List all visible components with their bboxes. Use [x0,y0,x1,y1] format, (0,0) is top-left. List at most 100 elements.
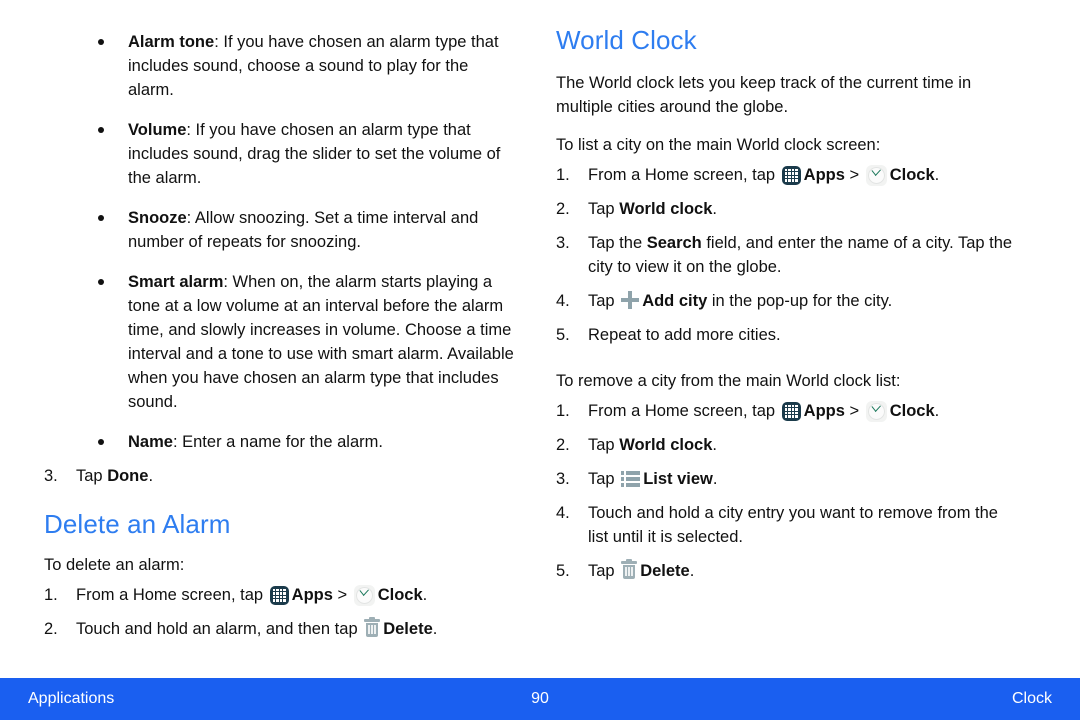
section-heading-world-clock: World Clock [556,25,697,55]
step-text: Tap the [588,233,647,252]
list-item: 3. Tap Done. [44,464,518,488]
list-item: Name: Enter a name for the alarm. [94,430,518,454]
section-heading-delete-an-alarm: Delete an Alarm [44,509,231,539]
delete-label: Delete [383,619,433,638]
step-bold-term: Add city [642,291,708,310]
step-text: From a Home screen, tap [588,165,780,184]
step-bold-term: Done [107,467,149,485]
list-item: Alarm tone: If you have chosen an alarm … [94,30,518,102]
alarm-step-3-list: 3. Tap Done. [44,464,518,488]
step-text-end: . [689,561,695,580]
step-number: 3. [556,469,570,488]
step-text: Tap [588,561,620,580]
apps-label: Apps [803,165,845,184]
step-text-end: . [422,585,428,604]
step-text: Touch and hold a city entry you want to … [588,503,998,546]
step-separator: > [844,165,864,184]
apps-icon [781,165,801,185]
list-city-steps: 1. From a Home screen, tap Apps > Clock. … [556,163,1020,347]
step-number: 5. [556,561,570,580]
bullet-term: Snooze [128,209,187,227]
step-text-end: . [712,435,717,454]
step-number: 3. [44,467,58,485]
clock-icon [353,584,375,606]
step-number: 1. [556,165,570,184]
apps-icon [269,585,289,605]
list-item: Smart alarm: When on, the alarm starts p… [94,270,518,414]
step-text-end: . [148,467,154,485]
clock-icon [865,164,887,186]
remove-city-lead: To remove a city from the main World clo… [556,371,901,390]
step-text-end: . [712,199,717,218]
step-text: Tap [588,291,620,310]
step-number: 2. [556,435,570,454]
list-item: 4. Touch and hold a city entry you want t… [556,501,1020,549]
step-bold-term: List view [643,469,713,488]
list-view-icon [621,470,641,487]
step-text-end: . [712,469,718,488]
remove-city-steps: 1. From a Home screen, tap Apps > Clock. … [556,399,1020,583]
page-columns: Alarm tone: If you have chosen an alarm … [0,0,1080,672]
bullet-term: Name [128,433,173,451]
step-text: Repeat to add more cities. [588,325,781,344]
alarm-options-bullet-list: Alarm tone: If you have chosen an alarm … [44,30,518,454]
list-item: Snooze: Allow snoozing. Set a time inter… [94,206,518,254]
world-clock-intro: The World clock lets you keep track of t… [556,73,972,116]
add-icon [621,290,640,309]
right-column: World Clock The World clock lets you kee… [540,0,1080,672]
left-column: Alarm tone: If you have chosen an alarm … [0,0,540,672]
step-text-end: . [934,165,940,184]
step-number: 3. [556,233,570,252]
step-text: Tap [588,469,620,488]
clock-label: Clock [889,401,935,420]
list-city-lead: To list a city on the main World clock s… [556,135,881,154]
bullet-text: : When on, the alarm starts playing a to… [128,273,514,411]
step-text: Touch and hold an alarm, and then tap [76,619,363,638]
apps-icon [781,401,801,421]
step-bold-term: Search [646,233,702,252]
step-text: Tap [588,435,620,454]
list-item: 5. Tap Delete. [556,558,1020,583]
list-item: 2. Tap World clock. [556,197,1020,221]
step-separator: > [844,401,864,420]
trash-icon [364,616,381,638]
list-item: 2. Tap World clock. [556,433,1020,457]
step-text-end: . [934,401,940,420]
delete-alarm-steps: 1. From a Home screen, tap Apps > Clock. … [44,583,518,641]
step-number: 4. [556,503,570,522]
step-number: 5. [556,325,570,344]
step-bold-term: Delete [640,561,690,580]
bullet-term: Smart alarm [128,273,224,291]
trash-icon [621,558,638,580]
clock-icon [865,400,887,422]
step-text: From a Home screen, tap [588,401,780,420]
step-bold-term: World clock [619,435,713,454]
step-text: Tap [76,467,108,485]
page-footer: Applications 90 Clock [0,678,1080,720]
bullet-term: Alarm tone [128,33,215,51]
step-separator: > [332,585,352,604]
apps-label: Apps [291,585,333,604]
bullet-term: Volume [128,121,187,139]
manual-page: Alarm tone: If you have chosen an alarm … [0,0,1080,720]
step-number: 1. [556,401,570,420]
delete-alarm-intro: To delete an alarm: [44,555,185,574]
step-text: Tap [588,199,620,218]
list-item: 4. Tap Add city in the pop-up for the cit… [556,289,1020,313]
footer-topic-label: Clock [1011,690,1052,707]
list-item: 2. Touch and hold an alarm, and then tap … [44,616,518,641]
list-item: 1. From a Home screen, tap Apps > Clock. [556,399,1020,423]
list-item: 3. Tap List view. [556,467,1020,491]
list-item: 1. From a Home screen, tap Apps > Clock. [44,583,518,607]
step-number: 2. [556,199,570,218]
step-bold-term: World clock [619,199,713,218]
step-text-end: . [432,619,438,638]
step-number: 4. [556,291,570,310]
step-text-end: in the pop-up for the city. [707,291,893,310]
step-number: 2. [44,619,58,638]
clock-label: Clock [889,165,935,184]
list-item: 1. From a Home screen, tap Apps > Clock. [556,163,1020,187]
clock-label: Clock [377,585,423,604]
apps-label: Apps [803,401,845,420]
step-text: From a Home screen, tap [76,585,268,604]
